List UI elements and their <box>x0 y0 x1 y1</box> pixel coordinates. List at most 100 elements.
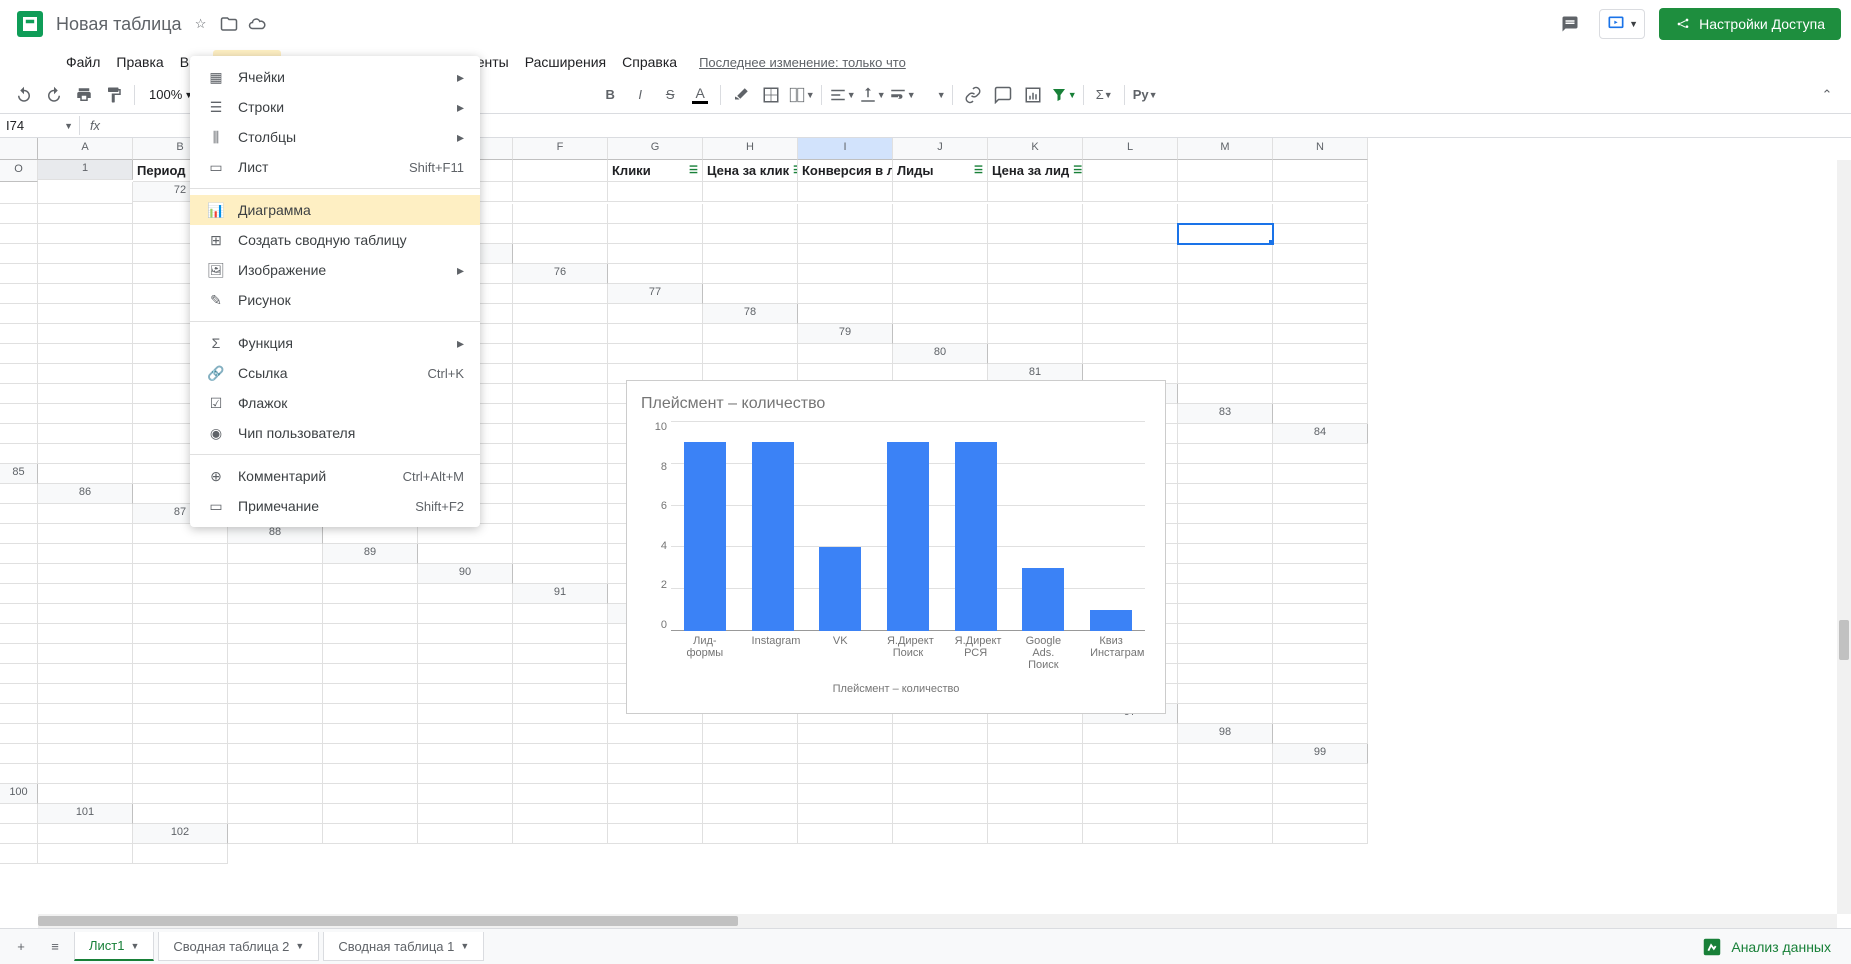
cell-L93[interactable] <box>418 644 513 664</box>
cell-B80[interactable] <box>1083 344 1178 364</box>
cloud-icon[interactable] <box>248 15 266 33</box>
cell-J96[interactable] <box>513 704 608 724</box>
header-cell-N[interactable] <box>0 182 38 204</box>
cell-E102[interactable] <box>608 824 703 844</box>
cell-E76[interactable] <box>988 264 1083 284</box>
header-cell-G[interactable]: Цена за клик☰ <box>703 160 798 182</box>
cell-B83[interactable] <box>0 424 38 444</box>
cell-B100[interactable] <box>133 784 228 804</box>
cell-C95[interactable] <box>1178 664 1273 684</box>
cell-C83[interactable] <box>38 424 133 444</box>
move-icon[interactable] <box>220 15 238 33</box>
cell-E86[interactable] <box>513 484 608 504</box>
cell-O100[interactable] <box>0 804 38 824</box>
col-header-M[interactable]: M <box>1178 138 1273 160</box>
menu-item-строки[interactable]: ☰Строки▸ <box>190 92 480 122</box>
cell-F74[interactable] <box>893 224 988 244</box>
cell-H74[interactable] <box>1083 224 1178 244</box>
cell-E74[interactable] <box>798 224 893 244</box>
cell-J99[interactable] <box>798 764 893 784</box>
cell-L89[interactable] <box>38 564 133 584</box>
menu-файл[interactable]: Файл <box>58 50 108 74</box>
cell-D102[interactable] <box>513 824 608 844</box>
cell-J92[interactable] <box>133 624 228 644</box>
cell-D82[interactable] <box>38 404 133 424</box>
cell-E99[interactable] <box>323 764 418 784</box>
cell-H95[interactable] <box>228 684 323 704</box>
row-header-99[interactable]: 99 <box>1273 744 1368 764</box>
cell-L73[interactable] <box>0 224 38 244</box>
cell-G84[interactable] <box>513 444 608 464</box>
language-button[interactable]: Ру▼ <box>1131 81 1159 109</box>
cell-L87[interactable] <box>1273 504 1368 524</box>
cell-J74[interactable] <box>1273 224 1368 244</box>
add-sheet-button[interactable]: + <box>6 934 36 960</box>
cell-G97[interactable] <box>323 724 418 744</box>
cell-G94[interactable] <box>38 664 133 684</box>
star-icon[interactable]: ☆ <box>192 15 210 33</box>
cell-F79[interactable] <box>0 344 38 364</box>
cell-L100[interactable] <box>1083 784 1178 804</box>
row-header-102[interactable]: 102 <box>133 824 228 844</box>
cell-J90[interactable] <box>0 584 38 604</box>
cell-A76[interactable] <box>608 264 703 284</box>
cell-I82[interactable] <box>513 404 608 424</box>
cell-A97[interactable] <box>1178 704 1273 724</box>
row-header-98[interactable]: 98 <box>1178 724 1273 744</box>
cell-D76[interactable] <box>893 264 988 284</box>
cell-D80[interactable] <box>1273 344 1368 364</box>
row-header-84[interactable]: 84 <box>1273 424 1368 444</box>
cell-N88[interactable] <box>133 544 228 564</box>
strike-button[interactable]: S <box>656 81 684 109</box>
cell-K98[interactable] <box>798 744 893 764</box>
cell-A84[interactable] <box>0 444 38 464</box>
document-title[interactable]: Новая таблица <box>56 14 182 35</box>
cell-N79[interactable] <box>703 344 798 364</box>
header-cell-F[interactable]: Клики☰ <box>608 160 703 182</box>
comment-button[interactable] <box>989 81 1017 109</box>
present-button[interactable]: ▼ <box>1599 9 1645 39</box>
cell-H73[interactable] <box>988 204 1083 224</box>
cell-C76[interactable] <box>798 264 893 284</box>
cell-I92[interactable] <box>38 624 133 644</box>
cell-L94[interactable] <box>513 664 608 684</box>
cell-K80[interactable] <box>513 364 608 384</box>
cell-I96[interactable] <box>418 704 513 724</box>
cell-C73[interactable] <box>513 204 608 224</box>
cell-M78[interactable] <box>513 324 608 344</box>
cell-N101[interactable] <box>0 824 38 844</box>
bar-5[interactable] <box>1022 568 1064 631</box>
cell-N97[interactable] <box>988 724 1083 744</box>
cell-D77[interactable] <box>988 284 1083 304</box>
cell-M86[interactable] <box>1273 484 1368 504</box>
menu-item-ячейки[interactable]: ▦Ячейки▸ <box>190 62 480 92</box>
halign-button[interactable]: ▼ <box>828 81 856 109</box>
cell-F93[interactable] <box>1273 624 1368 644</box>
cell-E77[interactable] <box>1083 284 1178 304</box>
cell-D75[interactable] <box>798 244 893 264</box>
cell-M100[interactable] <box>1178 784 1273 804</box>
menu-item-изображение[interactable]: 🖼Изображение▸ <box>190 255 480 285</box>
menu-item-диаграмма[interactable]: 📊Диаграмма <box>190 195 480 225</box>
col-header-A[interactable]: A <box>38 138 133 160</box>
cell-I98[interactable] <box>608 744 703 764</box>
cell-E95[interactable] <box>0 684 38 704</box>
cell-F102[interactable] <box>703 824 798 844</box>
chevron-down-icon[interactable]: ▼ <box>460 941 469 951</box>
cell-F78[interactable] <box>1273 304 1368 324</box>
cell-D94[interactable] <box>1178 644 1273 664</box>
row-header-79[interactable]: 79 <box>798 324 893 344</box>
sheet-tab-сводная-таблица-2[interactable]: Сводная таблица 2▼ <box>158 932 319 961</box>
cell-L101[interactable] <box>1178 804 1273 824</box>
rotate-button[interactable]: ▼ <box>918 81 946 109</box>
cell-J93[interactable] <box>228 644 323 664</box>
cell-L97[interactable] <box>798 724 893 744</box>
cell-C88[interactable] <box>513 524 608 544</box>
cell-G75[interactable] <box>1083 244 1178 264</box>
cell-H76[interactable] <box>1273 264 1368 284</box>
bar-0[interactable] <box>684 442 726 631</box>
cell-B84[interactable] <box>38 444 133 464</box>
filter-icon[interactable]: ☰ <box>974 165 983 176</box>
cell-N77[interactable] <box>513 304 608 324</box>
header-cell-I[interactable]: Лиды☰ <box>893 160 988 182</box>
